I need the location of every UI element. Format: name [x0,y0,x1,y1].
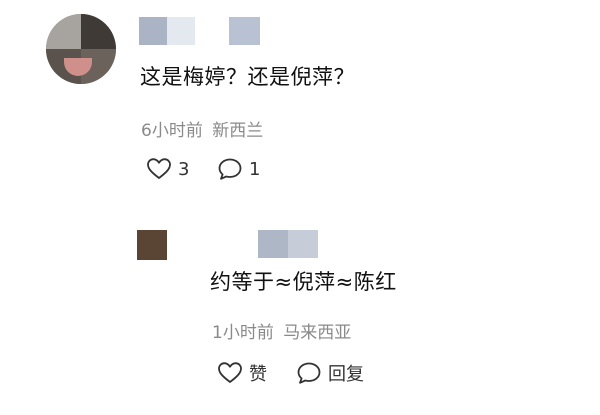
reply-reply-button[interactable]: 回复 [296,360,364,386]
reply-avatar[interactable] [137,230,167,260]
like-count: 3 [178,158,190,180]
reply-location: 马来西亚 [283,323,352,343]
heart-outline-icon [217,361,243,385]
comment-like-button[interactable]: 3 [146,157,189,181]
comment-meta: 6小时前 新西兰 [141,116,263,141]
commenter-badge-pixelated [229,17,260,45]
comment-bubble-icon [296,361,322,385]
reply-label: 回复 [328,364,364,385]
comment-time: 6小时前 [141,121,203,141]
comment-location: 新西兰 [212,121,264,141]
commenter-username-pixelated[interactable] [139,17,195,45]
reply-text: 约等于≈倪萍≈陈红 [210,270,397,294]
reply-meta: 1小时前 马来西亚 [212,318,351,343]
commenter-avatar[interactable] [46,14,116,84]
heart-outline-icon [146,157,172,181]
comment-reply-button[interactable]: 1 [217,157,260,181]
comment-text: 这是梅婷？还是倪萍？ [140,65,355,89]
reply-count: 1 [249,158,261,180]
reply-like-button[interactable]: 赞 [217,360,267,386]
comment-bubble-icon [217,157,243,181]
reply-username-pixelated[interactable] [258,230,318,258]
reply-time: 1小时前 [212,323,274,343]
like-label: 赞 [249,364,267,385]
